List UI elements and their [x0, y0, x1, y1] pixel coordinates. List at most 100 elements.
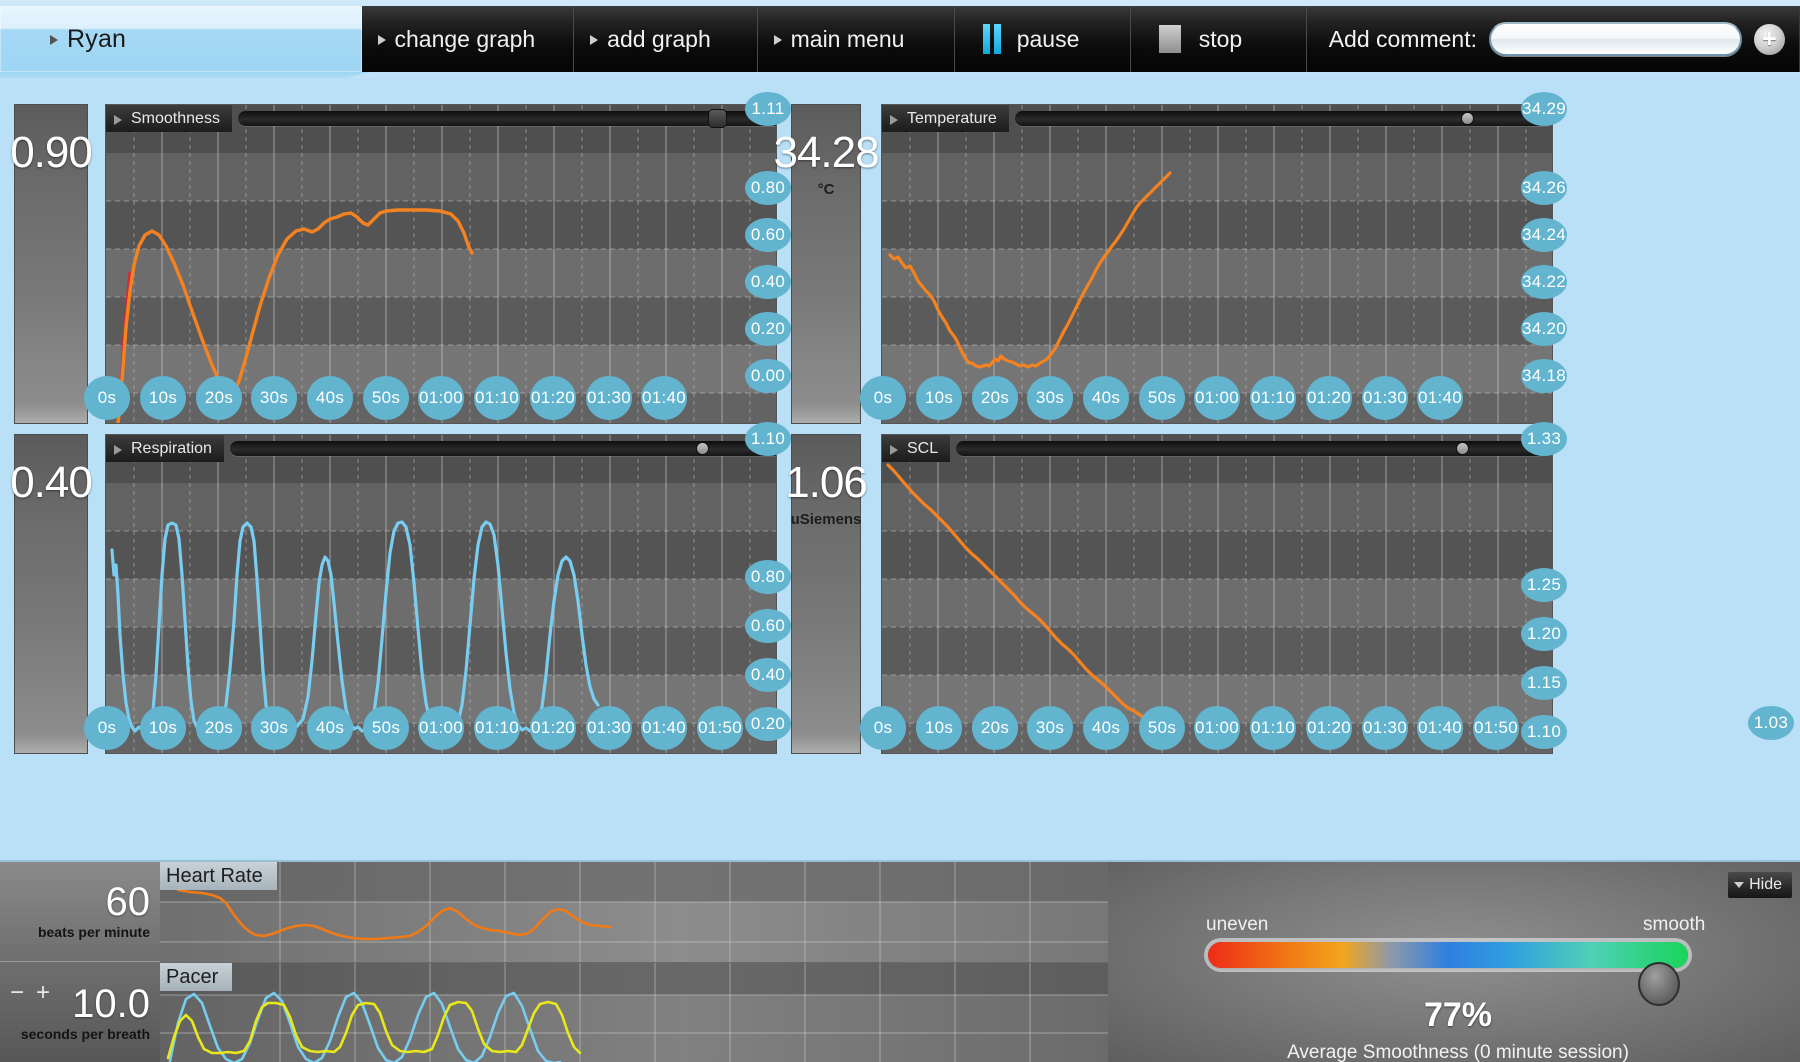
smoothness-title: Smoothness — [131, 109, 220, 127]
temperature-y-label: 34.24 — [1521, 218, 1567, 252]
main-menu-caret-icon — [773, 35, 782, 45]
smoothness-scrollbar[interactable] — [237, 109, 776, 128]
temperature-readout: 34.28 °C — [773, 104, 880, 424]
temperature-x-label: 01:20 — [1306, 376, 1352, 420]
comment-input[interactable] — [1488, 22, 1742, 56]
add-graph-button[interactable]: add graph — [574, 6, 758, 72]
change-graph-caret-icon — [377, 35, 386, 45]
temperature-x-label: 01:30 — [1362, 376, 1408, 420]
respiration-x-label: 01:30 — [586, 706, 632, 750]
user-name: Ryan — [67, 24, 127, 53]
temperature-x-label: 40s — [1083, 376, 1129, 420]
toolbar-tabstrip: Ryan change graph add graph main menu pa… — [0, 6, 1800, 72]
temperature-titlebar: Temperature — [882, 105, 1552, 132]
plus-icon: + — [1762, 25, 1777, 53]
smoothness-x-label: 01:10 — [474, 376, 520, 420]
respiration-scrollbar-knob[interactable] — [695, 442, 709, 455]
add-comment-label: Add comment: — [1328, 25, 1477, 52]
smoothness-titlebar: Smoothness — [106, 105, 776, 132]
respiration-expand-icon — [114, 444, 122, 455]
smoothness-value: 0.90 — [10, 128, 93, 177]
temperature-y-label: 34.22 — [1521, 265, 1567, 299]
respiration-scrollbar[interactable] — [229, 441, 776, 456]
stop-button[interactable]: stop — [1130, 6, 1307, 72]
scl-y-label: 1.20 — [1521, 617, 1567, 651]
smoothness-x-label: 20s — [196, 376, 242, 420]
add-comment-button[interactable]: + — [1753, 23, 1785, 55]
pacer-value: 10.0 — [72, 982, 150, 1026]
temperature-x-label: 10s — [916, 376, 962, 420]
smoothness-gauge-track[interactable] — [1208, 942, 1688, 1006]
heart-rate-value: 60 — [105, 880, 151, 924]
smoothness-expand-icon — [114, 114, 122, 125]
scl-title-button[interactable]: SCL — [882, 435, 951, 462]
heart-rate-readout: 60 beats per minute — [0, 862, 160, 962]
respiration-value: 0.40 — [10, 458, 93, 507]
smoothness-y-label: 1.11 — [745, 92, 791, 126]
respiration-x-label: 30s — [251, 706, 297, 750]
pacer-stepper: − + — [10, 979, 50, 1007]
hide-button[interactable]: Hide — [1728, 872, 1792, 898]
temperature-expand-icon — [890, 114, 898, 125]
smoothness-y-label: 0.20 — [745, 312, 791, 346]
temperature-x-label: 0s — [860, 376, 906, 420]
temperature-y-label: 34.29 — [1521, 92, 1567, 126]
temperature-x-label: 01:40 — [1417, 376, 1463, 420]
scl-y-label: 1.25 — [1521, 568, 1567, 602]
scl-scrollbar[interactable] — [956, 441, 1547, 456]
gauge-right-label: smooth — [1643, 914, 1706, 935]
change-graph-button[interactable]: change graph — [361, 6, 575, 72]
respiration-y-label: 0.80 — [745, 560, 791, 594]
smoothness-scrollbar-knob[interactable] — [707, 109, 727, 128]
temperature-title: Temperature — [907, 109, 997, 127]
smoothness-y-label: 0.40 — [745, 265, 791, 299]
smoothness-x-label: 10s — [140, 376, 186, 420]
temperature-x-label: 01:10 — [1250, 376, 1296, 420]
pacer-plot[interactable]: Pacer — [160, 963, 1108, 1062]
respiration-x-label: 01:20 — [530, 706, 576, 750]
gauge-percent: 77% — [1423, 996, 1493, 1034]
respiration-x-label: 50s — [363, 706, 409, 750]
scl-unit: uSiemens — [790, 511, 862, 528]
scl-x-label: 01:50 — [1473, 706, 1519, 750]
respiration-x-label: 01:40 — [641, 706, 687, 750]
scl-x-label: 01:30 — [1362, 706, 1408, 750]
respiration-x-label: 01:00 — [418, 706, 464, 750]
scl-x-label: 01:00 — [1194, 706, 1240, 750]
scl-x-label: 50s — [1139, 706, 1185, 750]
respiration-x-label: 0s — [84, 706, 130, 750]
main-menu-label: main menu — [790, 25, 905, 52]
user-tab[interactable]: Ryan — [0, 6, 362, 72]
pacer-decrease-button[interactable]: − — [10, 979, 24, 1007]
main-menu-button[interactable]: main menu — [757, 6, 955, 72]
temperature-scrollbar[interactable] — [1014, 111, 1552, 126]
smoothness-readout: 0.90 — [10, 104, 93, 424]
user-caret-icon — [50, 35, 58, 45]
smoothness-x-label: 01:20 — [530, 376, 576, 420]
respiration-y-label: 0.60 — [745, 609, 791, 643]
respiration-y-label: 0.20 — [745, 707, 791, 741]
respiration-readout: 0.40 — [10, 434, 93, 754]
add-comment-area: Add comment: + — [1306, 6, 1800, 72]
smoothness-x-label: 40s — [307, 376, 353, 420]
smoothness-x-label: 0s — [84, 376, 130, 420]
respiration-x-label: 20s — [196, 706, 242, 750]
temperature-scrollbar-knob[interactable] — [1460, 112, 1474, 125]
temperature-title-button[interactable]: Temperature — [882, 105, 1009, 132]
temperature-x-label: 50s — [1139, 376, 1185, 420]
scl-x-label: 30s — [1027, 706, 1073, 750]
scl-scrollbar-knob[interactable] — [1456, 442, 1470, 455]
pause-button[interactable]: pause — [954, 6, 1131, 72]
temperature-y-label: 34.26 — [1521, 171, 1567, 205]
respiration-y-label: 1.10 — [745, 422, 791, 456]
biofeedback-app: Ryan change graph add graph main menu pa… — [0, 0, 1800, 1062]
smoothness-y-label: 0.00 — [745, 359, 791, 393]
scl-value: 1.06 — [785, 458, 868, 507]
top-toolbar: Ryan change graph add graph main menu pa… — [0, 0, 1800, 78]
pacer-increase-button[interactable]: + — [36, 979, 50, 1007]
heart-rate-plot[interactable]: Heart Rate — [160, 862, 1108, 962]
respiration-title-button[interactable]: Respiration — [106, 435, 224, 462]
heart-rate-label: Heart Rate — [160, 862, 277, 890]
change-graph-label: change graph — [394, 25, 536, 52]
smoothness-title-button[interactable]: Smoothness — [106, 105, 232, 132]
